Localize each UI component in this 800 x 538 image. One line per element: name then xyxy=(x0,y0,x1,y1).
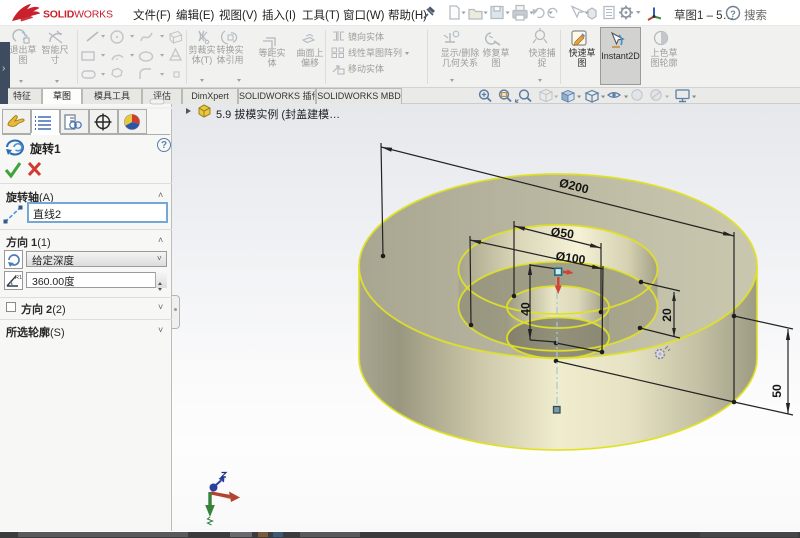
svg-text:50: 50 xyxy=(770,384,784,398)
svg-text:40: 40 xyxy=(519,302,533,316)
svg-text:SOLIDWORKS: SOLIDWORKS xyxy=(43,9,113,21)
svg-text:Ø50: Ø50 xyxy=(550,225,575,242)
svg-text:20: 20 xyxy=(660,308,674,322)
svg-text:?: ? xyxy=(730,9,736,19)
